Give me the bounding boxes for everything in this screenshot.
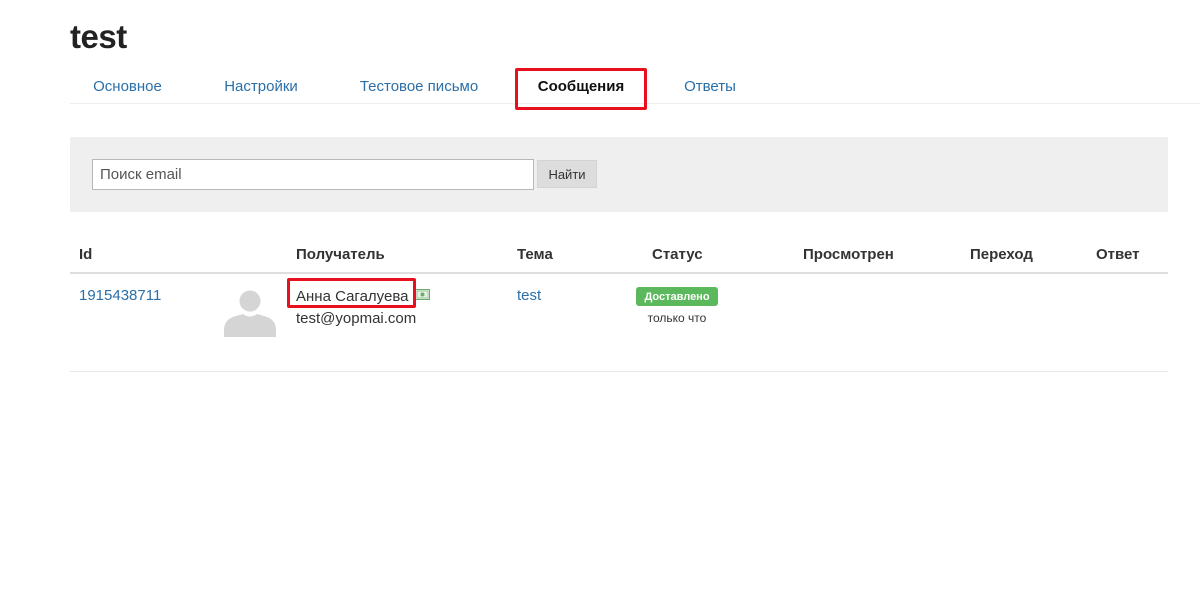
recipient-email: test@yopmai.com bbox=[296, 310, 417, 327]
page: test Основное Настройки Тестовое письмо … bbox=[0, 0, 1200, 606]
search-button[interactable]: Найти bbox=[537, 160, 597, 188]
message-id-link[interactable]: 1915438711 bbox=[79, 287, 161, 304]
column-header-click: Переход bbox=[970, 246, 1033, 263]
column-header-reply: Ответ bbox=[1096, 246, 1140, 263]
column-header-id: Id bbox=[79, 246, 93, 263]
tab-replies[interactable]: Ответы bbox=[675, 68, 745, 104]
status-badge: Доставлено bbox=[636, 287, 718, 306]
search-panel: Найти bbox=[70, 137, 1168, 212]
column-header-status: Статус bbox=[652, 246, 703, 263]
recipient-name: Анна Сагалуева bbox=[296, 288, 409, 305]
tab-test-email[interactable]: Тестовое письмо bbox=[352, 68, 486, 104]
status-timestamp: только что bbox=[647, 311, 707, 325]
subject-link[interactable]: test bbox=[517, 287, 541, 304]
money-icon bbox=[415, 289, 430, 300]
tab-general[interactable]: Основное bbox=[70, 68, 185, 104]
column-header-recipient: Получатель bbox=[296, 246, 385, 263]
user-silhouette-icon bbox=[224, 290, 276, 337]
table-header: Id Получатель Тема Статус Просмотрен Пер… bbox=[70, 236, 1168, 274]
tab-bar: Основное Настройки Тестовое письмо Сообщ… bbox=[70, 68, 1200, 104]
tab-settings[interactable]: Настройки bbox=[216, 68, 306, 104]
tab-messages[interactable]: Сообщения bbox=[516, 68, 646, 104]
column-header-viewed: Просмотрен bbox=[803, 246, 894, 263]
table-row: 1915438711 Анна Сагалуева test@yopmai.co… bbox=[70, 276, 1168, 372]
search-input[interactable] bbox=[92, 159, 534, 190]
page-title: test bbox=[70, 18, 127, 55]
column-header-subject: Тема bbox=[517, 246, 553, 263]
